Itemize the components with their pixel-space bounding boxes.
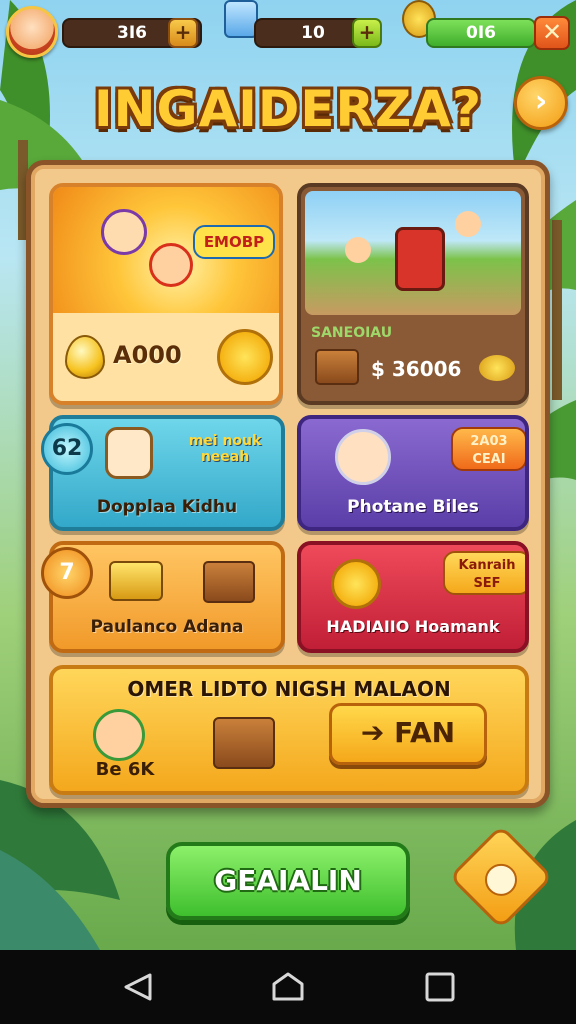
player-avatar[interactable] [6, 6, 58, 58]
reward-badge: EMOBP [193, 225, 275, 259]
chest-icon [315, 349, 359, 385]
gold-coin-icon [331, 559, 381, 609]
coin-stack-icon [479, 355, 515, 381]
menu-board: EMOBP A000 SANEOIAU $ 36006 mei nouk nee… [26, 160, 550, 808]
plus-icon: + [174, 20, 192, 44]
system-nav-bar [0, 950, 576, 1024]
blue-sign-text: mei nouk neeah [188, 433, 262, 465]
chevron-right-icon: › [534, 84, 548, 119]
home-icon[interactable] [268, 972, 308, 1002]
money-value: 0I6 [466, 23, 496, 43]
cards-value: 10 [301, 23, 325, 43]
card-icon [224, 0, 258, 38]
character [455, 211, 481, 237]
wallet-icon [203, 561, 255, 603]
recents-icon[interactable] [420, 972, 460, 1002]
main-action-button[interactable]: GEAIALIN [166, 842, 410, 920]
money-counter: 0I6 [426, 18, 536, 48]
wide-tag: Be 6K [95, 759, 155, 780]
basket-icon [213, 717, 275, 769]
cart-icon [395, 227, 445, 291]
shop-tile[interactable]: SANEOIAU $ 36006 [297, 183, 529, 405]
reward-art: EMOBP [53, 187, 279, 317]
character [345, 237, 371, 263]
orange-count-badge: 7 [41, 547, 93, 599]
reward-tile[interactable]: EMOBP A000 [49, 183, 283, 405]
blue-count-badge: 62 [41, 423, 93, 475]
wide-offer-tile[interactable]: OMER LIDTO NIGSH MALAON Be 6K ➔ FAN [49, 665, 529, 795]
wide-title: OMER LIDTO NIGSH MALAON [127, 677, 451, 701]
character-red-hair [149, 243, 193, 287]
coins-value: 3I6 [117, 23, 147, 43]
shop-art [305, 191, 521, 315]
add-cards-button[interactable]: + [352, 18, 382, 48]
plus-icon: + [358, 20, 376, 44]
sun-coin-icon [217, 329, 273, 385]
close-icon: ✕ [541, 18, 563, 46]
knight-character [105, 427, 153, 479]
arrow-right-icon: ➔ [360, 716, 385, 749]
shop-label: SANEOIAU [311, 325, 393, 341]
purple-badge: 2A03 CEAI [451, 427, 525, 471]
red-label: HADIAIIO Hoamank [326, 617, 500, 636]
play-button[interactable]: ➔ FAN [329, 703, 487, 765]
orange-label: Paulanco Adana [90, 617, 244, 637]
purple-label: Photane Biles [347, 497, 479, 517]
shop-price: $ 36006 [371, 357, 462, 381]
play-label: FAN [394, 716, 456, 749]
cash-icon [109, 561, 163, 601]
chef-character [335, 429, 391, 485]
next-button[interactable]: › [514, 76, 568, 130]
add-coins-button[interactable]: + [168, 18, 198, 48]
reward-footer: A000 [53, 313, 279, 401]
page-title: INGAIDERZA? [94, 80, 482, 138]
blue-label: Dopplaa Kidhu [96, 497, 238, 517]
purple-tile[interactable]: 2A03 CEAI Photane Biles [297, 415, 529, 531]
red-tile[interactable]: Kanraih SEF HADIAIIO Hoamank [297, 541, 529, 653]
green-hat-character [93, 709, 145, 761]
reward-amount: A000 [113, 341, 182, 369]
close-button[interactable]: ✕ [534, 16, 570, 50]
top-hud: 3I6 + 10 + 0I6 ✕ [6, 0, 570, 58]
gem-icon [65, 335, 105, 379]
character-purple-hat [101, 209, 147, 255]
red-badge: Kanraih SEF [443, 551, 525, 595]
back-icon[interactable] [118, 972, 158, 1002]
